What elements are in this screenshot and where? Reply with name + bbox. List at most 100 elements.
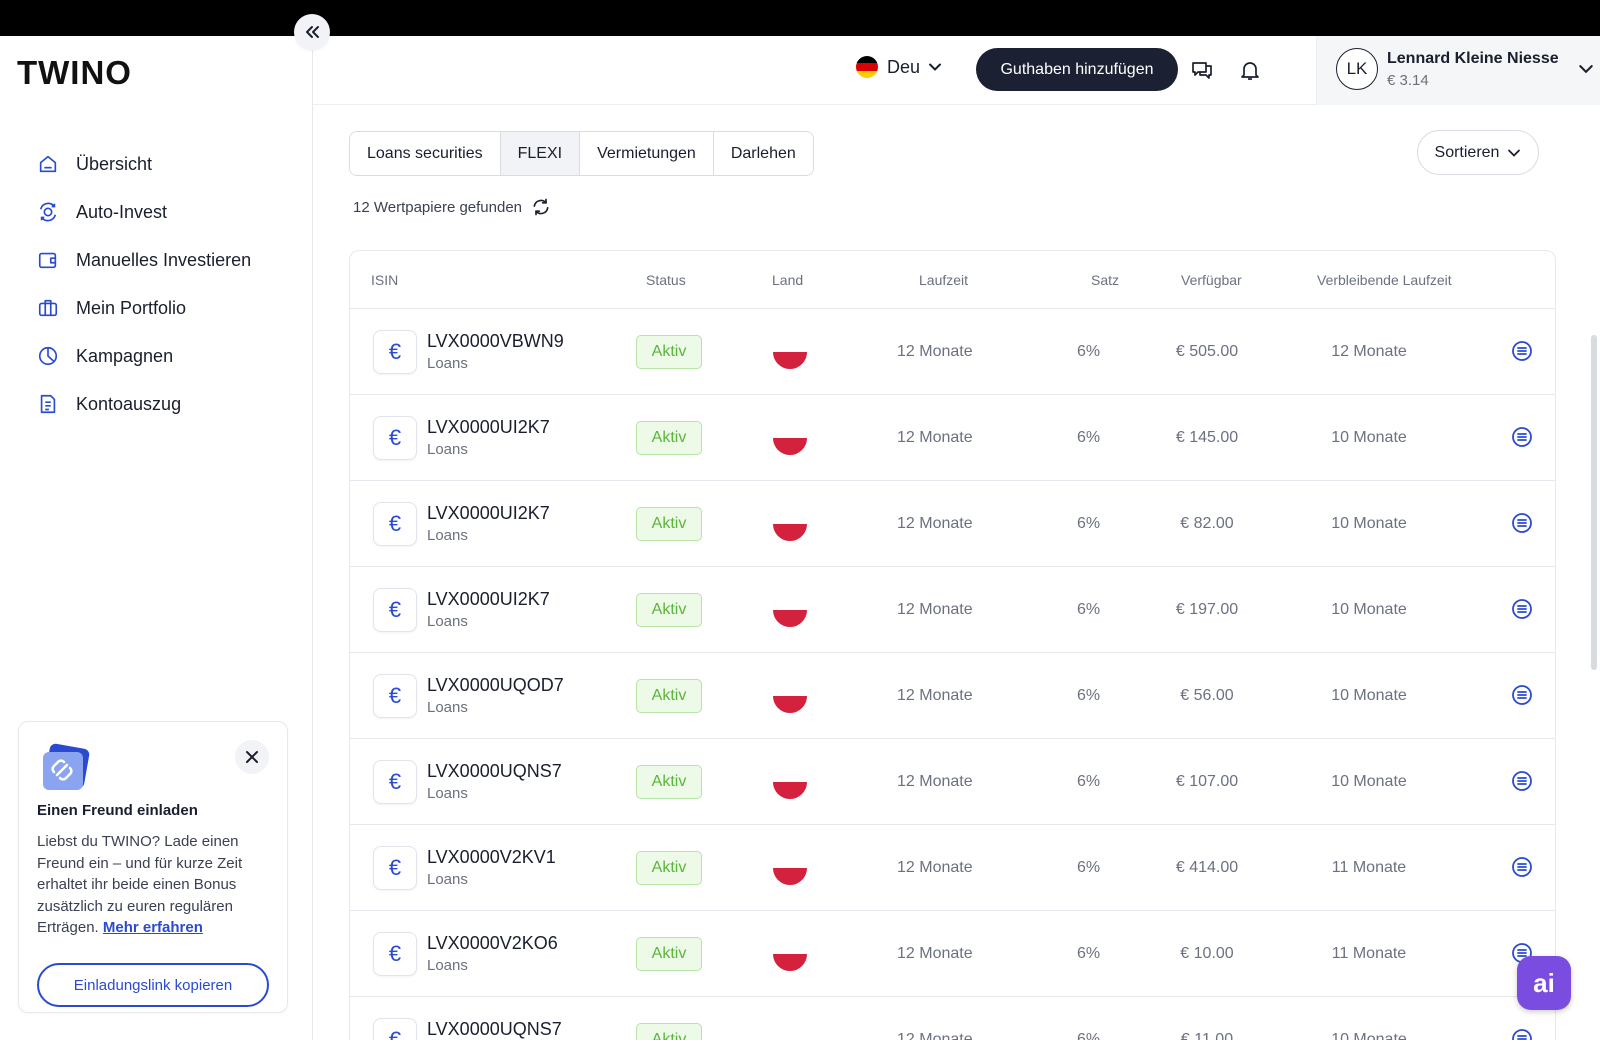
securities-table: ISIN Status Land Laufzeit Satz Verfügbar… <box>349 250 1556 1040</box>
sidebar-item-label: Auto-Invest <box>76 201 168 222</box>
invite-friend-card: Einen Freund einladen Liebst du TWINO? L… <box>18 721 288 1013</box>
flag-poland-icon <box>773 335 807 369</box>
isin-code[interactable]: LVX0000UQNS7 <box>427 761 562 782</box>
satz-value: 6% <box>1077 773 1101 790</box>
euro-icon: € <box>373 588 417 632</box>
security-kind: Loans <box>427 699 468 716</box>
tab-flexi[interactable]: FLEXI <box>500 132 581 175</box>
details-document-icon[interactable] <box>1510 1027 1534 1040</box>
invite-text: Liebst du TWINO? Lade einen Freund ein –… <box>37 831 277 939</box>
double-chevron-left-icon <box>306 26 319 38</box>
verfuegbar-value: € 56.00 <box>1180 687 1234 704</box>
details-document-icon[interactable] <box>1510 511 1534 535</box>
tab-loans-securities[interactable]: Loans securities <box>350 132 501 175</box>
euro-icon: € <box>373 416 417 460</box>
details-document-icon[interactable] <box>1510 855 1534 879</box>
table-row[interactable]: € LVX0000V2KV1 Loans Aktiv 12 Monate 6% € 414.… <box>350 825 1555 911</box>
details-document-icon[interactable] <box>1510 683 1534 707</box>
table-row[interactable]: € LVX0000UI2K7 Loans Aktiv 12 Monate 6% € 145.… <box>350 395 1555 481</box>
satz-value: 6% <box>1077 945 1101 962</box>
sort-button[interactable]: Sortieren <box>1417 130 1539 175</box>
chat-icon[interactable] <box>1189 57 1215 83</box>
avatar: LK <box>1336 48 1378 90</box>
verbleibende-laufzeit-value: 11 Monate <box>1331 859 1407 876</box>
laufzeit-value: 12 Monate <box>897 1031 973 1040</box>
status-badge: Aktiv <box>636 593 702 627</box>
document-icon <box>36 392 60 416</box>
security-kind: Loans <box>427 441 468 458</box>
satz-value: 6% <box>1077 343 1101 360</box>
chevron-down-icon <box>929 63 942 71</box>
sidebar-item-kampagnen[interactable]: Kampagnen <box>36 332 251 380</box>
table-row[interactable]: € LVX0000UQNS7 Loans Aktiv 12 Monate 6% € 107.… <box>350 739 1555 825</box>
details-document-icon[interactable] <box>1510 425 1534 449</box>
satz-value: 6% <box>1077 601 1101 618</box>
chevron-down-icon <box>1579 65 1593 74</box>
table-row[interactable]: € LVX0000VBWN9 Loans Aktiv 12 Monate 6% € 505.… <box>350 309 1555 395</box>
sidebar-item-uebersicht[interactable]: Übersicht <box>36 140 251 188</box>
header-status[interactable]: Status <box>646 272 686 288</box>
bell-icon[interactable] <box>1237 57 1263 83</box>
header-verbleibende-laufzeit[interactable]: Verbleibende Laufzeit <box>1317 272 1452 288</box>
isin-code[interactable]: LVX0000VBWN9 <box>427 331 564 352</box>
header-isin[interactable]: ISIN <box>371 272 398 288</box>
details-document-icon[interactable] <box>1510 339 1534 363</box>
close-icon[interactable] <box>235 740 269 774</box>
satz-value: 6% <box>1077 515 1101 532</box>
status-badge: Aktiv <box>636 421 702 455</box>
isin-code[interactable]: LVX0000UI2K7 <box>427 503 550 524</box>
verbleibende-laufzeit-value: 10 Monate <box>1331 515 1407 532</box>
header-laufzeit[interactable]: Laufzeit <box>919 272 968 288</box>
details-document-icon[interactable] <box>1510 597 1534 621</box>
home-icon <box>36 152 60 176</box>
status-badge: Aktiv <box>636 765 702 799</box>
isin-code[interactable]: LVX0000UQNS7 <box>427 1019 562 1040</box>
euro-icon: € <box>373 932 417 976</box>
table-header: ISIN Status Land Laufzeit Satz Verfügbar… <box>350 251 1555 309</box>
details-document-icon[interactable] <box>1510 769 1534 793</box>
header-land[interactable]: Land <box>772 272 803 288</box>
header-satz[interactable]: Satz <box>1091 272 1119 288</box>
sidebar-item-kontoauszug[interactable]: Kontoauszug <box>36 380 251 428</box>
verbleibende-laufzeit-value: 10 Monate <box>1331 773 1407 790</box>
add-funds-button[interactable]: Guthaben hinzufügen <box>976 48 1178 91</box>
user-menu[interactable]: LK Lennard Kleine Niesse € 3.14 <box>1316 36 1600 105</box>
verfuegbar-value: € 11.00 <box>1180 1031 1234 1040</box>
sidebar-item-auto-invest[interactable]: Auto-Invest <box>36 188 251 236</box>
header-verfuegbar[interactable]: Verfügbar <box>1181 272 1242 288</box>
sidebar-item-manuelles-investieren[interactable]: Manuelles Investieren <box>36 236 251 284</box>
tab-darlehen[interactable]: Darlehen <box>713 132 813 175</box>
table-row[interactable]: € LVX0000UI2K7 Loans Aktiv 12 Monate 6% € 82.0… <box>350 481 1555 567</box>
isin-code[interactable]: LVX0000UI2K7 <box>427 417 550 438</box>
isin-code[interactable]: LVX0000UI2K7 <box>427 589 550 610</box>
verfuegbar-value: € 197.00 <box>1175 601 1239 618</box>
euro-icon: € <box>373 1018 417 1040</box>
learn-more-link[interactable]: Mehr erfahren <box>103 919 203 936</box>
satz-value: 6% <box>1077 859 1101 876</box>
laufzeit-value: 12 Monate <box>897 945 973 962</box>
sidebar: TWINO Übersicht Auto-Invest Manuelles In… <box>0 36 313 1040</box>
ai-assistant-button[interactable]: ai <box>1517 956 1571 1010</box>
scrollbar[interactable] <box>1591 335 1597 670</box>
refresh-icon[interactable] <box>531 197 551 217</box>
twino-logo[interactable]: TWINO <box>17 54 132 92</box>
flag-poland-icon <box>773 421 807 455</box>
isin-code[interactable]: LVX0000V2KV1 <box>427 847 556 868</box>
isin-code[interactable]: LVX0000V2KO6 <box>427 933 558 954</box>
table-row[interactable]: € LVX0000UI2K7 Loans Aktiv 12 Monate 6% € 197.… <box>350 567 1555 653</box>
table-row[interactable]: € LVX0000V2KO6 Loans Aktiv 12 Monate 6% € 10.0… <box>350 911 1555 997</box>
sort-label: Sortieren <box>1434 143 1500 161</box>
collapse-sidebar-button[interactable] <box>294 14 330 50</box>
verfuegbar-value: € 82.00 <box>1180 515 1234 532</box>
sidebar-item-mein-portfolio[interactable]: Mein Portfolio <box>36 284 251 332</box>
tab-vermietungen[interactable]: Vermietungen <box>580 132 714 175</box>
table-row[interactable]: € LVX0000UQOD7 Loans Aktiv 12 Monate 6% € 56.0… <box>350 653 1555 739</box>
status-badge: Aktiv <box>636 335 702 369</box>
euro-icon: € <box>373 674 417 718</box>
isin-code[interactable]: LVX0000UQOD7 <box>427 675 564 696</box>
language-selector[interactable]: Deu <box>856 56 942 78</box>
table-row[interactable]: €LVX0000UQNS7LoansAktiv12 Monate6%€ 11.0… <box>350 997 1555 1040</box>
copy-invite-link-button[interactable]: Einladungslink kopieren <box>37 963 269 1007</box>
verbleibende-laufzeit-value: 11 Monate <box>1331 945 1407 962</box>
status-badge: Aktiv <box>636 937 702 971</box>
